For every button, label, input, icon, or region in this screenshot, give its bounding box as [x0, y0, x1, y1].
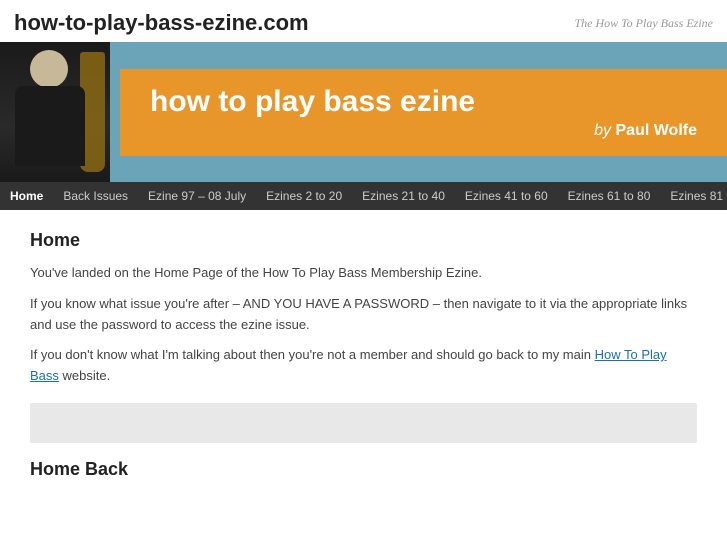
nav-item-home[interactable]: Home: [0, 182, 53, 210]
home-heading: Home: [30, 230, 697, 251]
site-title: how-to-play-bass-ezine.com: [14, 10, 309, 36]
nav-item-ezine2to20[interactable]: Ezines 2 to 20: [256, 182, 352, 210]
paragraph3-before-link: If you don't know what I'm talking about…: [30, 347, 595, 362]
hero-byline-prefix: by: [594, 122, 611, 139]
main-content: Home You've landed on the Home Page of t…: [0, 210, 727, 500]
paragraph2: If you know what issue you're after – AN…: [30, 294, 697, 336]
hero-title-text: how to play bass ezine: [150, 85, 697, 118]
nav-item-ezine61to80[interactable]: Ezines 61 to 80: [558, 182, 661, 210]
hero-byline: by Paul Wolfe: [150, 122, 697, 140]
hero-person-silhouette: [0, 42, 110, 182]
nav-item-ezine41to60[interactable]: Ezines 41 to 60: [455, 182, 558, 210]
gray-placeholder-box: [30, 403, 697, 443]
paragraph1: You've landed on the Home Page of the Ho…: [30, 263, 697, 284]
paragraph3: If you don't know what I'm talking about…: [30, 345, 697, 387]
hero-byline-name: Paul Wolfe: [616, 122, 698, 139]
nav-item-ezine81to100[interactable]: Ezines 81 to 100: [660, 182, 727, 210]
hero-title-box: how to play bass ezine by Paul Wolfe: [120, 69, 727, 156]
hero-person-image: [0, 42, 110, 182]
nav-item-back-issues[interactable]: Back Issues: [53, 182, 138, 210]
nav-item-ezine97[interactable]: Ezine 97 – 08 July: [138, 182, 256, 210]
site-title-bar: how-to-play-bass-ezine.com The How To Pl…: [0, 0, 727, 42]
paragraph3-after-link: website.: [59, 368, 110, 383]
nav-bar: Home Back Issues Ezine 97 – 08 July Ezin…: [0, 182, 727, 210]
nav-item-ezine21to40[interactable]: Ezines 21 to 40: [352, 182, 455, 210]
hero-banner: how to play bass ezine by Paul Wolfe: [0, 42, 727, 182]
guitar-image: [80, 52, 105, 172]
page-wrapper: how-to-play-bass-ezine.com The How To Pl…: [0, 0, 727, 545]
site-tagline: The How To Play Bass Ezine: [574, 16, 713, 31]
lower-section-heading: Home Back: [30, 459, 697, 480]
